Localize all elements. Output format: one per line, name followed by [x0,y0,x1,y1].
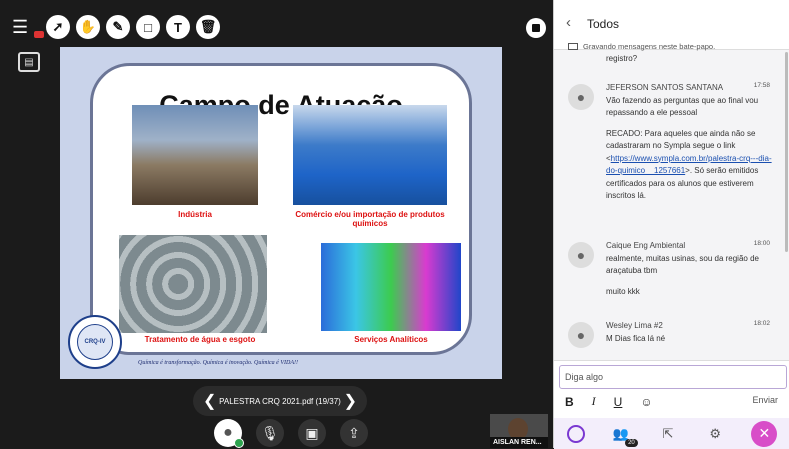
message-text: realmente, muitas usinas, sou da região … [606,253,759,276]
message-item: ● JEFERSON SANTOS SANTANA Vão fazendo as… [568,82,778,232]
chat-title: Todos [587,17,620,31]
message-author: Wesley Lima #2 [606,321,663,330]
slide-motto: Química é transformação. Química é inova… [138,360,298,366]
share-content-icon[interactable]: ⇪ [340,419,368,447]
chat-panel: ‹ Todos Gravando mensagens neste bate-pa… [553,0,789,449]
camera-off-icon[interactable]: ▣ [298,419,326,447]
caption-servicos: Serviços Analíticos [354,335,428,344]
caption-industria: Indústria [178,210,212,219]
composer: Diga algo B I U ☺ Enviar 👥 20 ⇱ ⚙ ✕ [554,360,789,449]
message-text: muito kkk [606,286,640,296]
chemicals-storage-photo [293,105,447,205]
message-body: Caique Eng Ambiental realmente, muitas u… [606,240,776,298]
text-tool-icon[interactable]: T [166,15,190,39]
message-time: 17:58 [753,82,770,89]
industry-photo [132,105,258,205]
stop-record-button[interactable] [526,18,546,38]
share-icon[interactable]: ⇱ [657,423,679,445]
message-text: Vão fazendo as perguntas que ao final vo… [606,95,759,118]
message-author: Caique Eng Ambiental [606,241,686,250]
bold-button[interactable]: B [565,395,574,409]
participant-video[interactable]: AISLAN REN... [490,414,548,448]
message-time: 18:00 [753,240,770,247]
select-arrow-icon[interactable]: ➚ [46,15,70,39]
participants-icon[interactable]: 👥 20 [610,423,638,447]
message-item: ● Wesley Lima #2 M Dias fica lá né 18:02 [568,320,778,360]
close-panel-icon[interactable]: ✕ [751,420,778,447]
participant-name: AISLAN REN... [490,437,548,448]
chat-bubble-icon[interactable] [566,424,585,443]
trash-icon[interactable]: 🗑 [196,15,220,39]
shape-square-icon[interactable]: □ [136,15,160,39]
user-avatar[interactable]: ● [214,419,244,448]
user-avatar-icon: ● [568,322,594,348]
caption-icon [568,43,578,50]
chat-input[interactable]: Diga algo [559,365,787,389]
stop-icon [532,24,540,32]
slide-pager: ❮ PALESTRA CRQ 2021.pdf (19/37) ❯ [193,386,367,416]
settings-gear-icon[interactable]: ⚙ [704,423,726,445]
send-button[interactable]: Enviar [752,395,778,405]
italic-button[interactable]: I [592,394,596,409]
chat-scrollbar[interactable] [785,52,788,252]
next-slide-icon[interactable]: ❯ [344,391,357,411]
prev-slide-icon[interactable]: ❮ [203,391,216,411]
collab-dock: 👥 20 ⇱ ⚙ ✕ [554,418,789,449]
user-avatar-icon: ● [568,242,594,268]
back-chevron-icon[interactable]: ‹ [566,14,571,31]
caption-tratamento: Tratamento de água e esgoto [144,335,256,344]
water-treatment-photo [119,235,267,333]
user-avatar-icon: ● [568,84,594,110]
truncated-message: registro? [606,54,638,63]
pan-hand-icon[interactable]: ✋ [76,15,100,39]
caption-comercio: Comércio e/ou importação de produtos quí… [295,210,445,228]
media-controls: ● 🎙 ▣ ⇪ [214,419,368,448]
notification-badge [34,31,44,38]
message-item: ● Caique Eng Ambiental realmente, muitas… [568,240,778,310]
emoji-icon[interactable]: ☺ [640,395,652,409]
message-author: JEFERSON SANTOS SANTANA [606,83,724,92]
message-list[interactable]: registro? ● JEFERSON SANTOS SANTANA Vão … [554,50,789,360]
mic-muted-icon[interactable]: 🎙 [256,419,284,447]
crq-seal-logo: CRQ-IV [68,315,122,369]
format-toolbar: B I U ☺ [565,394,653,409]
underline-button[interactable]: U [614,395,623,409]
pager-label: PALESTRA CRQ 2021.pdf (19/37) [219,396,341,406]
status-ok-icon [234,438,244,448]
message-body: Wesley Lima #2 M Dias fica lá né [606,320,776,345]
menu-icon[interactable]: ☰ [12,15,44,39]
message-text: M Dias fica lá né [606,333,666,343]
presentation-stage: ☰ ➚ ✋ ✎ □ T 🗑 ▤ Campo de Atuação Indústr… [0,0,553,448]
message-body: JEFERSON SANTOS SANTANA Vão fazendo as p… [606,82,776,203]
participants-count: 20 [625,438,638,447]
pen-icon[interactable]: ✎ [106,15,130,39]
annotation-toolbar: ☰ ➚ ✋ ✎ □ T 🗑 [12,15,220,39]
message-time: 18:02 [753,320,770,327]
seal-text: CRQ-IV [77,324,113,360]
chat-header: ‹ Todos Gravando mensagens neste bate-pa… [554,0,789,51]
message-text: RECADO: Para aqueles que ainda não se ca… [606,128,772,201]
screen-share-icon[interactable]: ▤ [18,52,40,72]
slide: Campo de Atuação Indústria Comércio e/ou… [60,47,502,379]
lab-glassware-photo [321,243,461,331]
